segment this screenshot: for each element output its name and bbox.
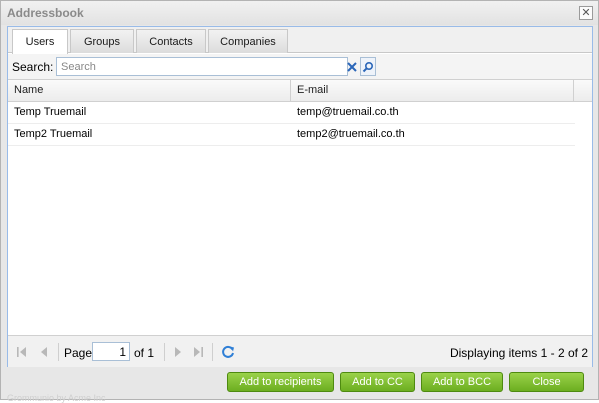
table-row[interactable]: Temp2 Truemail temp2@truemail.co.th (8, 124, 575, 146)
column-header-email[interactable]: E-mail (291, 80, 574, 101)
page-number-input[interactable] (92, 342, 130, 361)
pager-separator (212, 343, 213, 361)
tab-users[interactable]: Users (12, 29, 68, 54)
pager-separator (164, 343, 165, 361)
clear-search-icon[interactable] (344, 57, 360, 76)
search-icon[interactable] (360, 57, 376, 76)
window-title: Addressbook (7, 6, 84, 20)
prev-page-icon[interactable] (36, 344, 52, 360)
add-to-bcc-button[interactable]: Add to BCC (421, 372, 503, 392)
tab-strip: Users Groups Contacts Companies (8, 27, 592, 54)
first-page-icon[interactable] (14, 344, 30, 360)
refresh-icon[interactable] (220, 344, 236, 360)
tab-companies[interactable]: Companies (208, 29, 288, 53)
add-to-recipients-button[interactable]: Add to recipients (227, 372, 334, 392)
cell-email: temp2@truemail.co.th (297, 128, 405, 140)
display-info: Displaying items 1 - 2 of 2 (449, 346, 588, 360)
table-row[interactable]: Temp Truemail temp@truemail.co.th (8, 102, 575, 124)
pager-separator (58, 343, 59, 361)
page-label: Page (64, 346, 93, 360)
next-page-icon[interactable] (170, 344, 186, 360)
close-icon[interactable]: ✕ (579, 6, 593, 20)
footer-text: Grommunio by Acme Inc (7, 393, 106, 403)
tab-groups[interactable]: Groups (70, 29, 134, 53)
title-bar: Addressbook ✕ (1, 1, 598, 25)
cell-name: Temp Truemail (14, 106, 87, 118)
addressbook-panel: Users Groups Contacts Companies Search: … (7, 26, 593, 367)
close-button[interactable]: Close (509, 372, 584, 392)
last-page-icon[interactable] (190, 344, 206, 360)
paging-toolbar: Page of 1 Displaying items 1 - 2 of 2 (8, 335, 592, 367)
column-header-name[interactable]: Name (8, 80, 291, 101)
search-bar: Search: (8, 54, 592, 80)
tab-contacts[interactable]: Contacts (136, 29, 206, 53)
grid-header: Name E-mail (8, 80, 592, 102)
add-to-cc-button[interactable]: Add to CC (340, 372, 415, 392)
search-label: Search: (12, 60, 54, 74)
search-input[interactable] (56, 57, 348, 76)
page-count-label: of 1 (134, 346, 155, 360)
cell-email: temp@truemail.co.th (297, 106, 399, 118)
cell-name: Temp2 Truemail (14, 128, 93, 140)
addressbook-window: Addressbook ✕ Users Groups Contacts Comp… (0, 0, 599, 403)
